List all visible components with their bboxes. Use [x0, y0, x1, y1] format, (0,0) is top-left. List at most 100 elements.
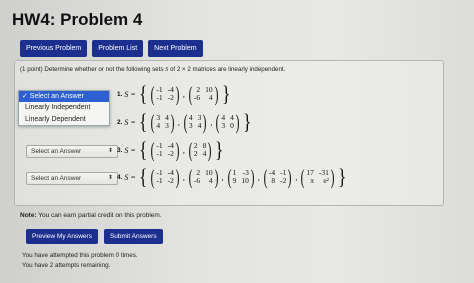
note-text: You can earn partial credit on this prob… — [36, 212, 162, 219]
matrix-entry: 3 — [188, 121, 193, 130]
right-paren: ) — [175, 165, 180, 189]
attempts-made-text: You have attempted this problem 0 times. — [22, 252, 138, 259]
matrix-entry: 3 — [165, 121, 169, 130]
matrix-entry: 0 — [230, 121, 234, 130]
right-paren: ) — [170, 110, 175, 134]
matrix-entries: -1 -4 -1 -2 — [156, 168, 174, 186]
left-paren: ( — [150, 138, 155, 162]
matrix-entry: 10 — [241, 176, 249, 185]
answer-dropdown-1-open[interactable]: ✓ Select an Answer Linearly Independent … — [18, 90, 110, 126]
page-title: HW4: Problem 4 — [12, 10, 143, 29]
matrix-entry: -6 — [193, 176, 201, 185]
matrix-entry: π — [310, 176, 314, 185]
item-number: 4. — [117, 173, 123, 181]
left-paren: ( — [300, 165, 305, 189]
right-paren: ) — [330, 165, 335, 189]
comma-separator: , — [257, 172, 260, 182]
comma-separator: , — [221, 172, 224, 182]
matrix-entry: -1 — [156, 93, 163, 102]
matrix-entries: 2 10 -6 4 — [193, 85, 213, 103]
comma-separator: , — [182, 89, 185, 99]
matrix-entries: 2 10 -6 4 — [193, 168, 213, 186]
matrix: (1 -3 9 10) — [226, 165, 256, 189]
matrix: (-4 -1 8 -2) — [262, 165, 294, 189]
right-paren: ) — [202, 110, 207, 134]
matrix-entry: -2 — [280, 176, 287, 185]
matrix-entry: 4 — [202, 149, 207, 158]
right-brace: } — [242, 109, 252, 134]
matrix: (17 -31 π e²) — [299, 165, 336, 189]
answer-actions: Preview My Answers Submit Answers — [26, 229, 163, 244]
dropdown-option-dependent[interactable]: Linearly Dependent — [19, 114, 109, 126]
matrix: (2 8 2 4) — [187, 138, 214, 162]
set-label: S = — [124, 89, 136, 99]
matrix-entry: 2 — [193, 149, 198, 158]
left-paren: ( — [150, 110, 155, 134]
answer-select-3[interactable]: Select an Answer ⬍ — [26, 145, 118, 158]
matrix-entries: 4430 — [221, 113, 234, 131]
instruction-prefix: (1 point) Determine whether or not the f… — [20, 66, 166, 73]
right-paren: ) — [175, 138, 180, 162]
matrix-entries: 17 -31 π e² — [306, 168, 329, 186]
right-brace: } — [215, 137, 224, 162]
matrix-entry: -1 — [156, 149, 163, 158]
answer-select-4[interactable]: Select an Answer ⬍ — [26, 172, 118, 185]
matrix-entry: -1 — [156, 176, 163, 185]
left-paren: ( — [150, 165, 155, 189]
left-paren: ( — [227, 165, 232, 189]
left-paren: ( — [188, 138, 193, 162]
matrix-entry: -2 — [167, 93, 174, 102]
matrix-entry: 3 — [221, 121, 226, 130]
note-label: Note: — [20, 212, 37, 219]
dropdown-option-select[interactable]: ✓ Select an Answer — [19, 91, 109, 102]
matrix-entry: 4 — [208, 176, 213, 185]
set-label: S = — [124, 117, 136, 127]
select-arrows-icon: ⬍ — [107, 148, 113, 154]
matrix: (2 10 -6 4) — [187, 84, 220, 105]
preview-answers-button[interactable]: Preview My Answers — [26, 229, 98, 244]
set-label: S = — [124, 172, 136, 182]
item-number: 1. — [117, 90, 123, 98]
matrix-entry: -2 — [167, 176, 174, 185]
matrix-entry: 4 — [197, 121, 202, 130]
matrix: (4 3 3 4) — [182, 110, 209, 134]
right-brace: } — [337, 164, 347, 189]
set-label: S = — [124, 145, 136, 155]
problem-list-button[interactable]: Problem List — [92, 40, 144, 57]
dropdown-option-independent[interactable]: Linearly Independent — [19, 102, 109, 114]
matrix-entries: 2824 — [193, 141, 207, 159]
left-brace: { — [138, 109, 148, 134]
set-item-2: 2. S ={(3 4 4 3),(4 3 3 4),(4 4 3 0)} — [117, 109, 252, 134]
next-problem-button[interactable]: Next Problem — [148, 40, 203, 57]
right-paren: ) — [287, 165, 292, 189]
set-item-3: 3. S ={(-1 -4 -1 -2),(2 8 2 4)} — [117, 137, 225, 162]
left-paren: ( — [263, 165, 268, 189]
problem-instruction: (1 point) Determine whether or not the f… — [20, 66, 285, 73]
left-brace: { — [138, 164, 148, 189]
problem-nav: Previous Problem Problem List Next Probl… — [20, 40, 203, 57]
attempts-remaining-text: You have 2 attempts remaining. — [22, 262, 111, 269]
matrix-entry: 4 — [208, 93, 213, 102]
left-paren: ( — [188, 165, 193, 189]
left-brace: { — [138, 137, 148, 162]
left-paren: ( — [215, 110, 220, 134]
right-brace: } — [221, 81, 231, 106]
matrix-entries: -4 -1 8 -2 — [269, 168, 287, 186]
matrix-entry: 4 — [156, 121, 161, 130]
submit-answers-button[interactable]: Submit Answers — [103, 229, 163, 244]
partial-credit-note: Note: You can earn partial credit on thi… — [20, 212, 162, 219]
matrix: (-1 -4 -1 -2) — [149, 138, 181, 162]
matrix-entries: -1 -4 -1 -2 — [156, 141, 174, 159]
select-label: Select an Answer — [31, 175, 82, 182]
right-paren: ) — [214, 165, 219, 189]
matrix-entry: e² — [323, 176, 329, 185]
comma-separator: , — [210, 117, 213, 127]
matrix-entry: 8 — [271, 176, 276, 185]
set-item-1: 1. S ={(-1 -4 -1 -2),(2 10 -6 4)} — [117, 81, 231, 106]
matrix-entry: -6 — [193, 93, 201, 102]
set-item-4: 4. S ={(-1 -4 -1 -2),(2 10 -6 4),(1 -3 9 10),(-4 -1… — [117, 164, 347, 189]
comma-separator: , — [295, 172, 298, 182]
instruction-suffix: of 2 × 2 matrices are linearly independe… — [168, 66, 286, 73]
previous-problem-button[interactable]: Previous Problem — [20, 40, 88, 57]
matrix: (3 4 4 3) — [149, 110, 176, 134]
